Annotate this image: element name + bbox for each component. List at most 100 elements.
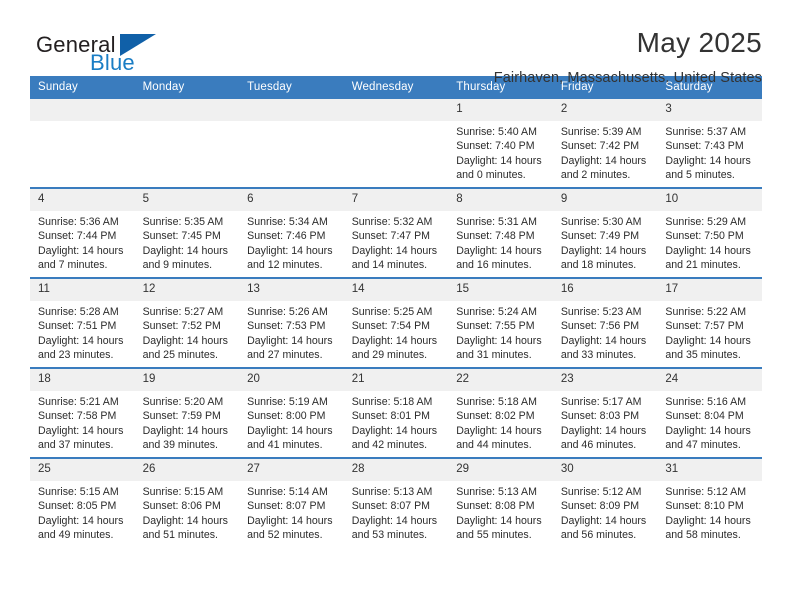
location-subtitle: Fairhaven, Massachusetts, United States [493,70,762,86]
calendar-day-cell: 9 Sunrise: 5:30 AM Sunset: 7:49 PM Daylight… [552,187,658,278]
daylight-duration-line2: and 37 minutes. [38,439,114,452]
calendar-day-cell: 25 Sunrise: 5:15 AM Sunset: 8:05 PM Dayligh… [30,457,135,547]
sunset-time: Sunset: 8:07 PM [351,500,431,513]
daylight-duration-line1: Daylight: 14 hours [247,334,333,347]
day-sun-info: Sunrise: 5:31 AM Sunset: 7:48 PM Daylight:… [448,211,553,273]
sunset-time: Sunset: 8:02 PM [456,410,535,423]
sunset-time: Sunset: 7:55 PM [456,320,535,333]
sunrise-time: Sunrise: 5:36 AM [38,216,119,228]
daylight-duration-line2: and 35 minutes. [665,349,741,362]
sunset-time: Sunset: 7:43 PM [665,140,744,153]
daylight-duration-line1: Daylight: 14 hours [560,154,647,167]
daylight-duration-line1: Daylight: 14 hours [560,424,647,437]
sunset-time: Sunset: 7:44 PM [38,230,117,243]
day-number: 3 [657,99,762,121]
day-sun-info: Sunrise: 5:28 AM Sunset: 7:51 PM Daylight:… [30,301,135,363]
day-number: 21 [343,369,449,391]
calendar-day-cell: 22 Sunrise: 5:18 AM Sunset: 8:02 PM Dayligh… [448,367,553,458]
day-sun-info: Sunrise: 5:34 AM Sunset: 7:46 PM Daylight:… [239,211,344,273]
calendar-day-cell: 29 Sunrise: 5:13 AM Sunset: 8:08 PM Dayligh… [448,457,553,547]
daylight-duration-line2: and 46 minutes. [560,439,637,452]
daylight-duration-line2: and 0 minutes. [456,169,526,182]
daylight-duration-line1: Daylight: 14 hours [456,244,542,257]
sunrise-time: Sunrise: 5:35 AM [142,216,224,228]
day-number: 26 [134,459,240,481]
day-sun-info: Sunrise: 5:29 AM Sunset: 7:50 PM Daylight:… [657,211,762,273]
day-sun-info: Sunrise: 5:18 AM Sunset: 8:02 PM Daylight:… [448,391,553,453]
day-number: 10 [657,189,762,211]
daylight-duration-line2: and 55 minutes. [456,529,532,542]
day-sun-info: Sunrise: 5:40 AM Sunset: 7:40 PM Daylight:… [448,121,553,183]
calendar-day-cell: 23 Sunrise: 5:17 AM Sunset: 8:03 PM Dayligh… [552,367,658,458]
daylight-duration-line2: and 21 minutes. [665,259,741,272]
calendar-day-cell: 3 Sunrise: 5:37 AM Sunset: 7:43 PM Daylight… [657,99,762,188]
day-number: 30 [552,459,658,481]
day-sun-info: Sunrise: 5:20 AM Sunset: 7:59 PM Daylight:… [135,391,240,453]
sunset-time: Sunset: 7:54 PM [351,320,431,333]
sunrise-time: Sunrise: 5:39 AM [560,126,642,138]
calendar-day-cell: 2 Sunrise: 5:39 AM Sunset: 7:42 PM Daylight… [552,99,658,188]
daylight-duration-line1: Daylight: 14 hours [560,514,647,527]
daylight-duration-line1: Daylight: 14 hours [142,334,228,347]
sunset-time: Sunset: 7:50 PM [665,230,744,243]
daylight-duration-line2: and 23 minutes. [38,349,114,362]
day-sun-info: Sunrise: 5:15 AM Sunset: 8:06 PM Daylight:… [135,481,240,543]
sunset-time: Sunset: 8:01 PM [351,410,431,423]
day-number: 18 [30,369,135,391]
sunrise-time: Sunrise: 5:23 AM [560,306,642,318]
sunset-time: Sunset: 8:07 PM [247,500,326,513]
day-sun-info: Sunrise: 5:26 AM Sunset: 7:53 PM Daylight:… [239,301,344,363]
daylight-duration-line2: and 39 minutes. [142,439,218,452]
sunrise-time: Sunrise: 5:22 AM [665,306,747,318]
sunrise-time: Sunrise: 5:31 AM [456,216,537,228]
calendar-week-row: 4 Sunrise: 5:36 AM Sunset: 7:44 PM Daylight… [30,187,762,278]
sunrise-time: Sunrise: 5:32 AM [351,216,433,228]
calendar-body: 1 Sunrise: 5:40 AM Sunset: 7:40 PM Daylight… [30,99,762,547]
calendar-day-cell: 8 Sunrise: 5:31 AM Sunset: 7:48 PM Daylight… [448,187,553,278]
calendar-day-cell: 10 Sunrise: 5:29 AM Sunset: 7:50 PM Dayligh… [657,187,762,278]
daylight-duration-line2: and 27 minutes. [247,349,323,362]
daylight-duration-line2: and 58 minutes. [665,529,741,542]
daylight-duration-line2: and 51 minutes. [142,529,218,542]
daylight-duration-line2: and 9 minutes. [142,259,213,272]
sunrise-time: Sunrise: 5:12 AM [665,486,747,498]
day-sun-info: Sunrise: 5:15 AM Sunset: 8:05 PM Daylight:… [30,481,135,543]
day-number: 23 [552,369,658,391]
day-number [30,99,135,121]
day-number: 14 [343,279,449,301]
daylight-duration-line1: Daylight: 14 hours [665,424,751,437]
daylight-duration-line1: Daylight: 14 hours [247,424,333,437]
sunrise-time: Sunrise: 5:14 AM [247,486,328,498]
sunset-time: Sunset: 7:58 PM [38,410,117,423]
daylight-duration-line1: Daylight: 14 hours [456,424,542,437]
day-number: 17 [657,279,762,301]
calendar-day-cell: 21 Sunrise: 5:18 AM Sunset: 8:01 PM Dayligh… [343,367,449,458]
day-number: 31 [657,459,762,481]
daylight-duration-line1: Daylight: 14 hours [665,154,751,167]
calendar-day-cell: 18 Sunrise: 5:21 AM Sunset: 7:58 PM Dayligh… [30,367,135,458]
sunset-time: Sunset: 8:08 PM [456,500,535,513]
calendar-day-cell: 15 Sunrise: 5:24 AM Sunset: 7:55 PM Dayligh… [448,277,553,368]
daylight-duration-line1: Daylight: 14 hours [38,334,124,347]
daylight-duration-line2: and 31 minutes. [456,349,532,362]
sunrise-time: Sunrise: 5:28 AM [38,306,119,318]
day-number: 7 [343,189,449,211]
day-number: 25 [30,459,135,481]
day-sun-info: Sunrise: 5:13 AM Sunset: 8:08 PM Daylight:… [448,481,553,543]
daylight-duration-line2: and 16 minutes. [456,259,532,272]
sunrise-time: Sunrise: 5:13 AM [456,486,537,498]
day-sun-info: Sunrise: 5:35 AM Sunset: 7:45 PM Daylight:… [135,211,240,273]
sunset-time: Sunset: 7:57 PM [665,320,744,333]
day-sun-info: Sunrise: 5:16 AM Sunset: 8:04 PM Daylight:… [657,391,762,453]
day-number: 16 [552,279,658,301]
day-number [239,99,344,121]
sunrise-time: Sunrise: 5:37 AM [665,126,747,138]
daylight-duration-line2: and 14 minutes. [351,259,428,272]
daylight-duration-line2: and 12 minutes. [247,259,323,272]
daylight-duration-line1: Daylight: 14 hours [456,514,542,527]
daylight-duration-line2: and 52 minutes. [247,529,323,542]
sunrise-time: Sunrise: 5:20 AM [142,396,224,408]
day-number: 1 [448,99,553,121]
calendar-day-cell-empty [239,99,344,188]
day-number: 24 [657,369,762,391]
